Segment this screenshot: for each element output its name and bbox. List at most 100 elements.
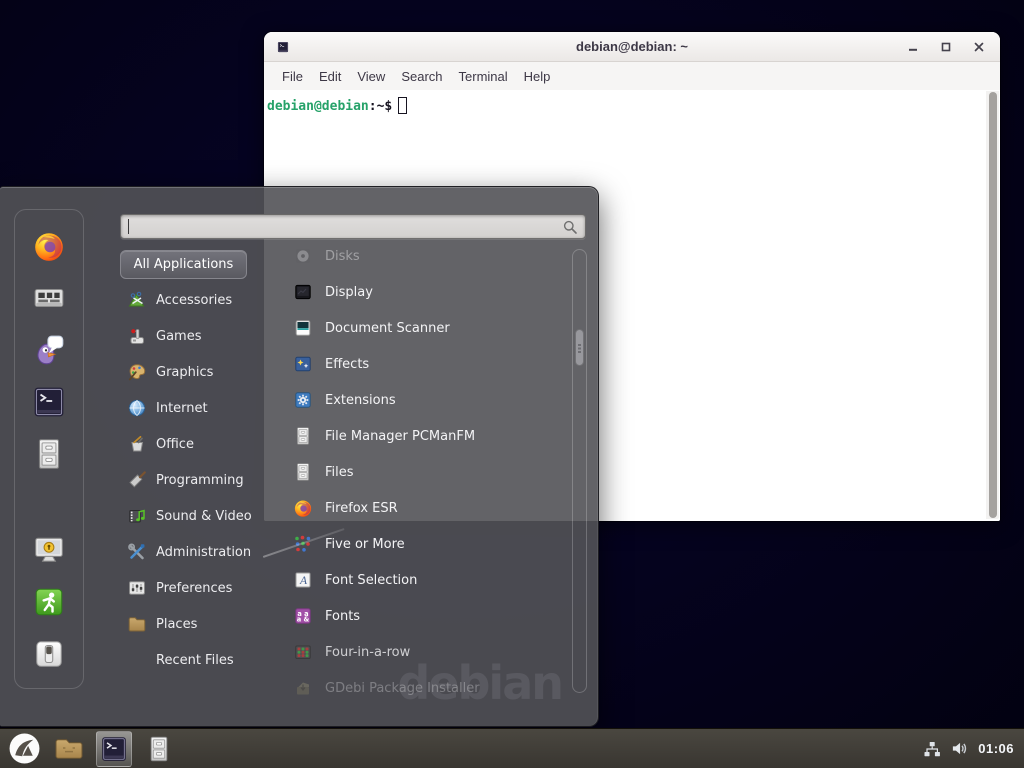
category-graphics[interactable]: Graphics bbox=[122, 354, 282, 390]
prompt-path: :~$ bbox=[369, 99, 392, 114]
app-file-manager-pcmanfm[interactable]: File Manager PCManFM bbox=[285, 418, 569, 454]
keyboard-icon bbox=[32, 281, 66, 315]
category-label: Administration bbox=[156, 545, 251, 560]
terminal-titlebar[interactable]: debian@debian: ~ bbox=[264, 32, 1000, 62]
internet-icon bbox=[127, 398, 147, 418]
app-label: Effects bbox=[325, 357, 369, 372]
app-font-selection[interactable]: Font Selection bbox=[285, 562, 569, 598]
app-label: Four-in-a-row bbox=[325, 645, 410, 660]
favorites-column bbox=[14, 209, 84, 689]
log-out-button[interactable] bbox=[31, 584, 67, 620]
category-internet[interactable]: Internet bbox=[122, 390, 282, 426]
favorite-files-button[interactable] bbox=[31, 436, 67, 472]
menu-edit[interactable]: Edit bbox=[311, 65, 349, 88]
filter-all-applications[interactable]: All Applications bbox=[120, 250, 247, 279]
category-label: Programming bbox=[156, 473, 244, 488]
app-disks[interactable]: Disks bbox=[285, 238, 569, 274]
app-files[interactable]: Files bbox=[285, 454, 569, 490]
terminal-title: debian@debian: ~ bbox=[576, 39, 688, 54]
close-button[interactable] bbox=[970, 38, 988, 56]
category-programming[interactable]: Programming bbox=[122, 462, 282, 498]
fonts-icon bbox=[293, 606, 313, 626]
category-label: Preferences bbox=[156, 581, 232, 596]
maximize-button[interactable] bbox=[937, 38, 955, 56]
places-icon bbox=[127, 614, 147, 634]
app-document-scanner[interactable]: Document Scanner bbox=[285, 310, 569, 346]
menu-search-input[interactable] bbox=[120, 214, 586, 239]
close-icon bbox=[974, 42, 984, 52]
filter-label: All Applications bbox=[134, 257, 234, 272]
graphics-icon bbox=[127, 362, 147, 382]
no-icon bbox=[127, 650, 147, 670]
minimize-button[interactable] bbox=[904, 38, 922, 56]
menu-help[interactable]: Help bbox=[516, 65, 559, 88]
category-office[interactable]: Office bbox=[122, 426, 282, 462]
favorite-firefox-button[interactable] bbox=[31, 228, 67, 264]
favorite-software-button[interactable] bbox=[31, 280, 67, 316]
app-label: Files bbox=[325, 465, 354, 480]
document-scanner-icon bbox=[293, 318, 313, 338]
display-icon bbox=[293, 282, 313, 302]
category-label: Graphics bbox=[156, 365, 213, 380]
menu-scrollbar[interactable] bbox=[572, 249, 587, 693]
terminal-cursor bbox=[398, 97, 407, 114]
category-accessories[interactable]: Accessories bbox=[122, 282, 282, 318]
app-effects[interactable]: Effects bbox=[285, 346, 569, 382]
app-extensions[interactable]: Extensions bbox=[285, 382, 569, 418]
menu-search[interactable]: Search bbox=[393, 65, 450, 88]
category-label: Games bbox=[156, 329, 201, 344]
app-firefox-esr[interactable]: Firefox ESR bbox=[285, 490, 569, 526]
menu-terminal[interactable]: Terminal bbox=[451, 65, 516, 88]
clock[interactable]: 01:06 bbox=[978, 741, 1014, 756]
shut-down-icon bbox=[32, 637, 66, 671]
category-preferences[interactable]: Preferences bbox=[122, 570, 282, 606]
file-cabinet-icon bbox=[145, 734, 173, 764]
terminal-icon bbox=[32, 385, 66, 419]
favorite-terminal-button[interactable] bbox=[31, 384, 67, 420]
terminal-menubar: File Edit View Search Terminal Help bbox=[264, 62, 1000, 90]
app-four-in-a-row[interactable]: Four-in-a-row bbox=[285, 634, 569, 670]
lock-screen-button[interactable] bbox=[31, 532, 67, 568]
app-label: File Manager PCManFM bbox=[325, 429, 475, 444]
taskbar-menu-button[interactable] bbox=[6, 731, 42, 767]
menu-logo-icon bbox=[8, 732, 41, 765]
app-five-or-more[interactable]: Five or More bbox=[285, 526, 569, 562]
terminal-scrollbar[interactable] bbox=[986, 91, 999, 519]
effects-icon bbox=[293, 354, 313, 374]
volume-icon[interactable] bbox=[951, 740, 968, 757]
app-label: Extensions bbox=[325, 393, 396, 408]
category-sound-video[interactable]: Sound & Video bbox=[122, 498, 282, 534]
menu-scrollbar-thumb[interactable] bbox=[575, 329, 584, 366]
taskbar-file-manager-button[interactable] bbox=[51, 731, 87, 767]
app-display[interactable]: Display bbox=[285, 274, 569, 310]
category-games[interactable]: Games bbox=[122, 318, 282, 354]
category-places[interactable]: Places bbox=[122, 606, 282, 642]
shut-down-button[interactable] bbox=[31, 636, 67, 672]
terminal-icon bbox=[100, 735, 128, 763]
gdebi-icon bbox=[293, 678, 313, 698]
sound-video-icon bbox=[127, 506, 147, 526]
favorite-pidgin-button[interactable] bbox=[31, 332, 67, 368]
administration-icon bbox=[127, 542, 147, 562]
menu-file[interactable]: File bbox=[274, 65, 311, 88]
category-list: Accessories Games Graphics Internet Offi… bbox=[122, 282, 282, 678]
disks-icon bbox=[293, 246, 313, 266]
taskbar-terminal-button[interactable] bbox=[96, 731, 132, 767]
taskbar-files-button[interactable] bbox=[141, 731, 177, 767]
terminal-scrollbar-thumb[interactable] bbox=[989, 92, 997, 518]
office-icon bbox=[127, 434, 147, 454]
category-label: Office bbox=[156, 437, 194, 452]
app-gdebi-package-installer[interactable]: GDebi Package Installer bbox=[285, 670, 569, 706]
app-fonts[interactable]: Fonts bbox=[285, 598, 569, 634]
network-icon[interactable] bbox=[923, 740, 941, 758]
taskbar: 01:06 bbox=[0, 728, 1024, 768]
category-recent-files[interactable]: Recent Files bbox=[122, 642, 282, 678]
menu-view[interactable]: View bbox=[349, 65, 393, 88]
firefox-icon bbox=[293, 498, 313, 518]
category-label: Places bbox=[156, 617, 197, 632]
category-administration[interactable]: Administration bbox=[122, 534, 282, 570]
terminal-window-icon bbox=[277, 41, 289, 53]
programming-icon bbox=[127, 470, 147, 490]
extensions-icon bbox=[293, 390, 313, 410]
preferences-icon bbox=[127, 578, 147, 598]
